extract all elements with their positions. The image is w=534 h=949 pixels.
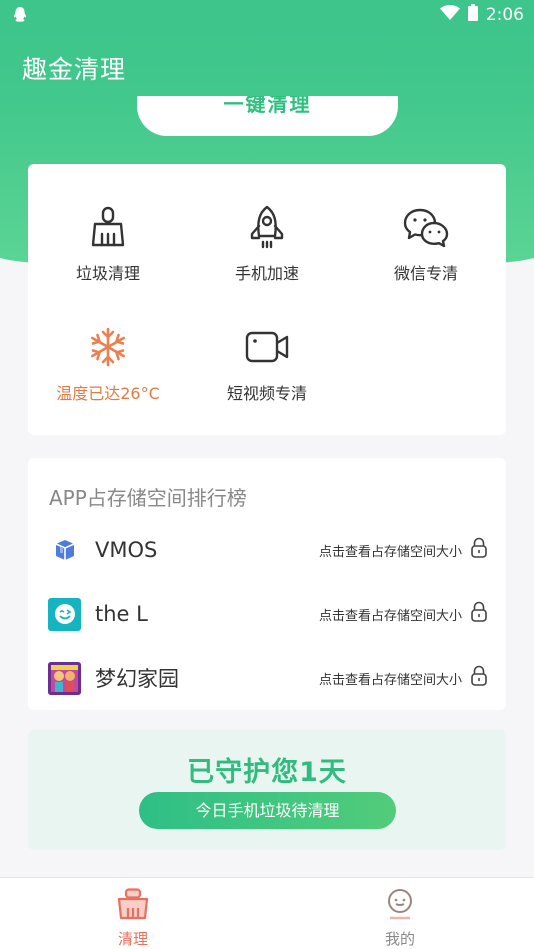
battery-icon bbox=[467, 4, 478, 26]
one-key-clean-label: 一键清理 bbox=[223, 96, 312, 116]
qq-notification-icon bbox=[12, 6, 28, 28]
list-item[interactable]: 梦幻家园 点击查看占存储空间大小 bbox=[48, 658, 488, 698]
nav-tab-clean[interactable]: 清理 bbox=[73, 888, 193, 949]
wifi-icon bbox=[439, 4, 460, 26]
tool-label: 垃圾清理 bbox=[75, 264, 140, 283]
vmos-app-icon bbox=[48, 534, 81, 567]
status-bar: 2:06 bbox=[0, 0, 534, 30]
tool-label: 微信专清 bbox=[393, 264, 458, 283]
app-name: VMOS bbox=[95, 538, 158, 562]
tool-label: 手机加速 bbox=[234, 264, 299, 283]
tool-label: 温度已达26°C bbox=[56, 384, 160, 403]
tool-short-video-clean[interactable]: 短视频专清 bbox=[187, 322, 347, 404]
video-camera-icon bbox=[187, 322, 347, 372]
nav-label: 清理 bbox=[117, 930, 148, 948]
ranking-title: APP占存储空间排行榜 bbox=[49, 486, 247, 510]
rocket-icon bbox=[187, 202, 347, 252]
list-item[interactable]: the L 点击查看占存储空间大小 bbox=[48, 594, 488, 634]
wechat-icon bbox=[346, 202, 506, 252]
broom-icon bbox=[28, 202, 188, 252]
tool-phone-speedup[interactable]: 手机加速 bbox=[187, 202, 347, 284]
nav-label: 我的 bbox=[384, 930, 415, 948]
app-name: 梦幻家园 bbox=[95, 667, 179, 691]
tool-temperature[interactable]: 温度已达26°C bbox=[28, 322, 188, 404]
protection-card: 已守护您1天 今日手机垃圾待清理 bbox=[28, 730, 506, 850]
lock-icon bbox=[470, 537, 488, 563]
lock-icon bbox=[470, 665, 488, 691]
app-name: the L bbox=[95, 602, 148, 626]
one-key-clean-button[interactable]: 一键清理 bbox=[137, 96, 398, 136]
profile-tab-icon bbox=[385, 889, 415, 924]
app-title: 趣金清理 bbox=[22, 55, 127, 84]
storage-hint: 点击查看占存储空间大小 bbox=[318, 672, 462, 688]
list-item[interactable]: VMOS 点击查看占存储空间大小 bbox=[48, 530, 488, 570]
dream-home-app-icon bbox=[48, 661, 81, 695]
lock-icon bbox=[470, 601, 488, 627]
tool-wechat-clean[interactable]: 微信专清 bbox=[346, 202, 506, 284]
clean-tab-icon bbox=[116, 888, 150, 924]
storage-hint: 点击查看占存储空间大小 bbox=[318, 608, 462, 624]
the-l-app-icon bbox=[48, 597, 81, 631]
tools-card: 垃圾清理 手机加速 微信专清 温度已达26°C 短视频专清 bbox=[28, 164, 506, 435]
storage-ranking-card: APP占存储空间排行榜 VMOS 点击查看占存储空间大小 the L 点击查看占… bbox=[28, 458, 506, 710]
bottom-nav: 清理 我的 bbox=[0, 877, 534, 949]
storage-hint: 点击查看占存储空间大小 bbox=[318, 544, 462, 560]
tool-junk-clean[interactable]: 垃圾清理 bbox=[28, 202, 188, 284]
clock-time: 2:06 bbox=[485, 5, 524, 25]
snowflake-icon bbox=[28, 322, 188, 372]
protection-days-title: 已守护您1天 bbox=[187, 757, 347, 788]
tool-label: 短视频专清 bbox=[226, 384, 307, 403]
pending-junk-clean-button[interactable]: 今日手机垃圾待清理 bbox=[139, 792, 396, 829]
nav-tab-mine[interactable]: 我的 bbox=[340, 888, 460, 949]
app-bar: 趣金清理 bbox=[0, 30, 534, 98]
